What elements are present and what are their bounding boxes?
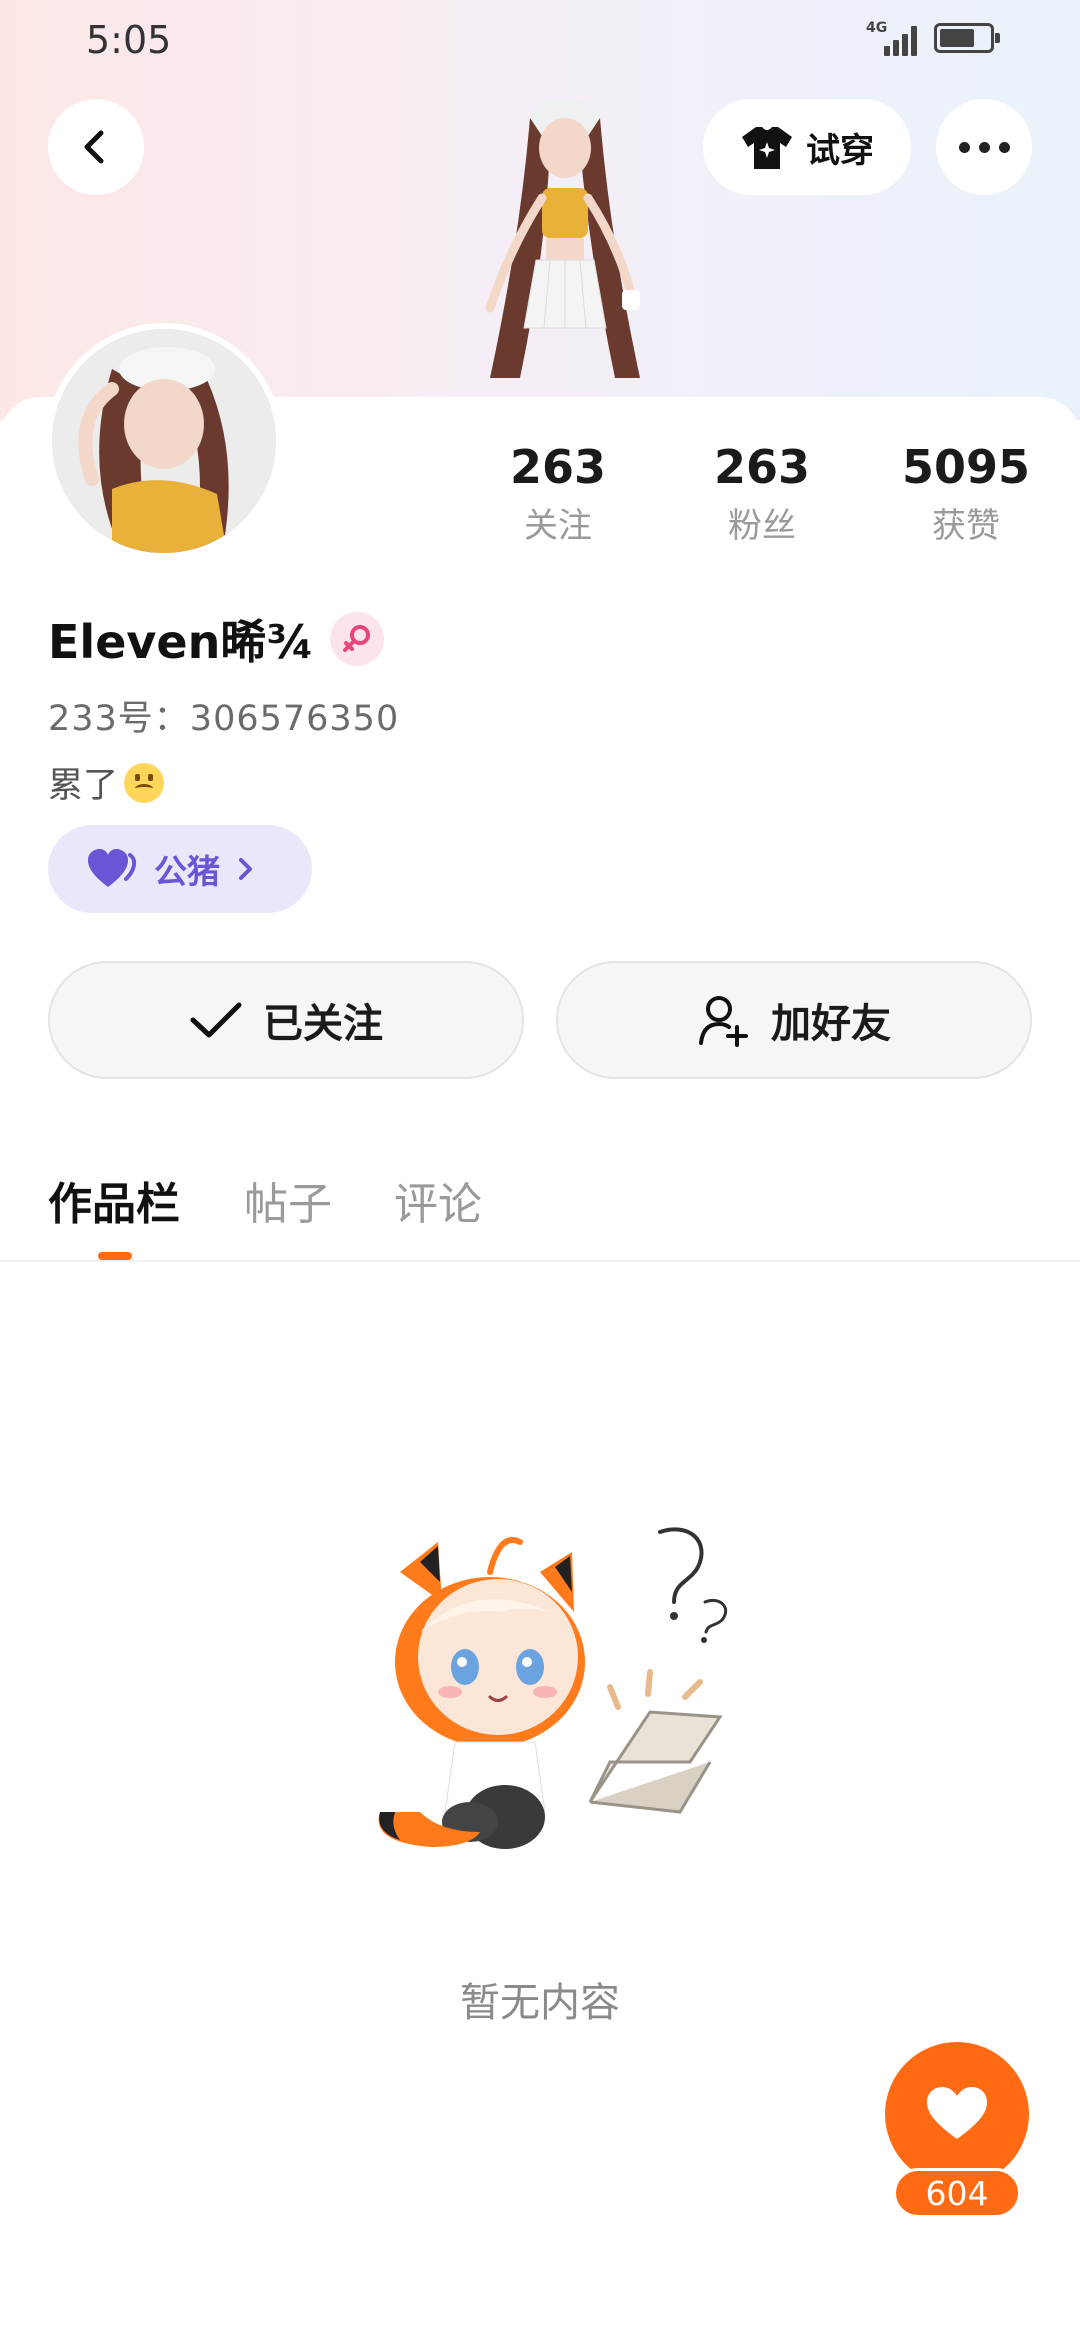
- empty-state-illustration: [378, 1527, 728, 1849]
- username: Eleven晞¾: [48, 615, 314, 669]
- checkmark-icon: [190, 1002, 242, 1038]
- profile-card: [0, 397, 1080, 2340]
- followed-button[interactable]: 已关注: [48, 961, 524, 1079]
- chevron-right-icon: [239, 858, 252, 880]
- female-gender-icon: [329, 612, 384, 666]
- name-row: Eleven晞¾: [48, 606, 384, 672]
- tab-works[interactable]: 作品栏: [48, 1168, 180, 1232]
- guild-button[interactable]: 公猪: [48, 825, 312, 913]
- content-tabs: 作品栏 帖子 评论: [0, 1160, 1080, 1262]
- following-label: 关注: [524, 506, 592, 546]
- status-time: 5:05: [86, 18, 172, 62]
- followers-count: 263: [713, 440, 811, 494]
- try-on-label: 试穿: [806, 130, 874, 171]
- chevron-left-icon: [84, 130, 104, 164]
- stat-likes[interactable]: 5095 获赞: [876, 440, 1056, 547]
- bio: 累了: [48, 757, 165, 808]
- tab-comments[interactable]: 评论: [394, 1168, 482, 1232]
- battery-icon: [934, 23, 1000, 53]
- more-options-button[interactable]: [936, 99, 1032, 195]
- add-user-icon: [699, 996, 748, 1047]
- add-friend-label: 加好友: [771, 1001, 891, 1047]
- upside-down-face-emoji-icon: [124, 762, 165, 803]
- heart-icon: [927, 2087, 987, 2139]
- stat-followers[interactable]: 263 粉丝: [672, 440, 852, 547]
- status-bar: 5:05 4G: [0, 0, 1080, 80]
- likes-label: 获赞: [932, 506, 1000, 546]
- like-count: 604: [893, 2168, 1021, 2218]
- followed-label: 已关注: [263, 1001, 383, 1047]
- likes-count: 5095: [901, 440, 1031, 494]
- user-id: 233号：306576350: [48, 699, 400, 739]
- guild-label: 公猪: [154, 852, 220, 891]
- stat-following[interactable]: 263 关注: [468, 440, 648, 547]
- empty-state-text: 暂无内容: [460, 1980, 620, 2026]
- signal-icon: 4G: [866, 20, 920, 56]
- back-button[interactable]: [48, 99, 144, 195]
- try-on-button[interactable]: 试穿: [703, 99, 911, 195]
- more-dots-icon: [958, 141, 1010, 153]
- following-count: 263: [509, 440, 607, 494]
- status-icons: 4G: [866, 20, 1000, 56]
- avatar[interactable]: [46, 323, 282, 559]
- active-tab-indicator: [98, 1252, 132, 1260]
- bio-text: 累了: [48, 766, 119, 806]
- banner-character-image: [485, 98, 640, 378]
- tshirt-icon: [742, 127, 792, 169]
- add-friend-button[interactable]: 加好友: [556, 961, 1032, 1079]
- avatar-image: [52, 329, 276, 553]
- like-button[interactable]: [885, 2042, 1029, 2186]
- tab-posts[interactable]: 帖子: [244, 1168, 332, 1232]
- purple-heart-icon: [88, 849, 137, 887]
- followers-label: 粉丝: [728, 506, 796, 546]
